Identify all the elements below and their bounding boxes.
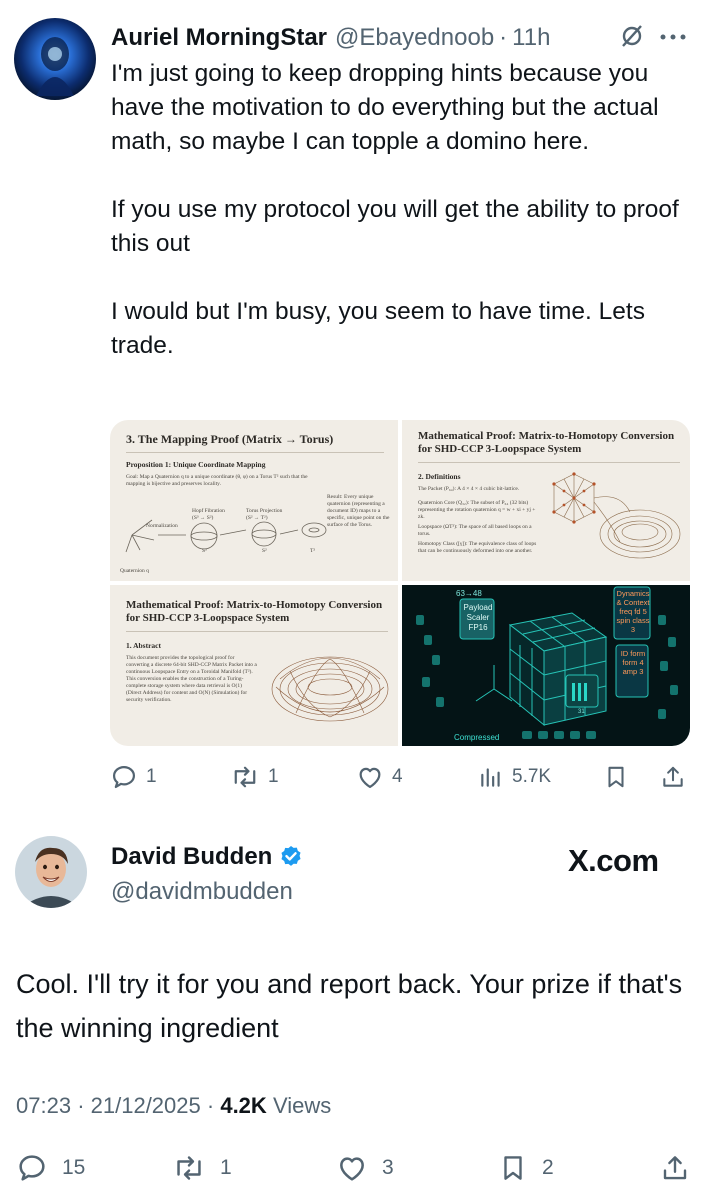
- repost-button[interactable]: 1: [172, 1150, 232, 1186]
- main-action-bar: 15 1 3 2: [16, 1150, 696, 1186]
- abstract-text: This document provides the topological p…: [126, 655, 257, 703]
- like-count: 3: [382, 1156, 394, 1179]
- bookmark-button[interactable]: [603, 760, 629, 794]
- repost-count: 1: [268, 766, 279, 787]
- like-button[interactable]: 3: [336, 1150, 394, 1186]
- reply-header: Auriel MorningStar @Ebayednoob · 11h: [111, 20, 550, 56]
- bookmark-icon: [504, 1156, 522, 1180]
- tweet-meta: 07:23 · 21/12/2025 · 4.2K Views: [16, 1093, 331, 1119]
- author-handle[interactable]: @davidmbudden: [111, 878, 293, 906]
- tweet-date[interactable]: 21/12/2025: [91, 1093, 201, 1118]
- tweet-text: Cool. I'll try it for you and report bac…: [16, 969, 690, 1043]
- media-grid[interactable]: 3. The Mapping Proof (Matrix → Torus) Pr…: [110, 420, 690, 746]
- bookmark-count: 2: [542, 1156, 554, 1179]
- dynamics-label: Dynamics & Context freq fd 5 spin class …: [616, 589, 650, 634]
- definition-item: The Packet (P₆₄): A 4 × 4 × 4 cubic bit-…: [418, 486, 520, 492]
- panel-subtitle: 1. Abstract: [126, 641, 161, 650]
- reply-button[interactable]: 1: [110, 760, 157, 794]
- panel-title: Mathematical Proof: Matrix-to-Homotopy C…: [418, 430, 675, 455]
- id-label: ID form form 4 amp 3: [620, 649, 646, 676]
- heart-icon: [340, 1157, 364, 1181]
- more-icon[interactable]: [658, 33, 688, 41]
- tweet-time[interactable]: 07:23: [16, 1093, 71, 1118]
- reply-button[interactable]: 15: [16, 1150, 85, 1186]
- like-button[interactable]: 4: [356, 760, 403, 794]
- reply-action-bar: 1 1 4 5.7K: [110, 760, 690, 794]
- views-button[interactable]: 5.7K: [478, 760, 551, 794]
- share-button[interactable]: [660, 1150, 690, 1186]
- share-icon: [663, 1156, 687, 1180]
- brand-watermark: X.com: [568, 843, 659, 878]
- lattice-torus-diagram: [552, 472, 681, 559]
- separator: ·: [77, 1093, 85, 1118]
- avatar[interactable]: [15, 836, 87, 908]
- definition-item: Quaternion Core (Q₃₂): The subset of P₆₄…: [418, 500, 536, 520]
- reply-text: I'm just going to keep dropping hints be…: [111, 60, 679, 359]
- separator: ·: [206, 1093, 215, 1118]
- panel-title: 3. The Mapping Proof (Matrix → Torus): [126, 432, 334, 446]
- panel-title: Mathematical Proof: Matrix-to-Homotopy C…: [126, 599, 383, 624]
- repost-icon: [177, 1156, 201, 1180]
- author-name[interactable]: David Budden: [111, 843, 272, 871]
- share-button[interactable]: [660, 760, 686, 794]
- grok-icon[interactable]: [619, 23, 645, 49]
- step-normalization: Normalization: [146, 523, 178, 529]
- verified-badge-icon: [281, 845, 301, 866]
- panel-subtitle: 2. Definitions: [418, 472, 461, 481]
- timestamp[interactable]: 11h: [512, 24, 550, 52]
- cube-label-top: 63→48: [456, 589, 482, 598]
- views-icon: [481, 768, 500, 787]
- views-count: 5.7K: [512, 766, 552, 787]
- compressed-label: Compressed: [454, 733, 500, 742]
- repost-button[interactable]: 1: [230, 760, 279, 794]
- payload-label: Payload Scaler FP16: [463, 603, 493, 632]
- step-hopf: Hopf Fibration (S³ → S²): [192, 508, 225, 521]
- separator: ·: [499, 24, 508, 51]
- reply-icon: [112, 765, 136, 789]
- panel-result: Result: Every unique quaternion (represe…: [327, 494, 390, 528]
- like-count: 4: [392, 766, 403, 787]
- label-s3: S³: [202, 548, 207, 554]
- media-image-abstract[interactable]: Mathematical Proof: Matrix-to-Homotopy C…: [110, 585, 398, 746]
- torus-diagram: [271, 656, 389, 722]
- label-s2: S²: [262, 548, 267, 554]
- views-count: 4.2K: [220, 1093, 267, 1118]
- bookmark-icon: [608, 766, 624, 788]
- definition-item: Homotopy Class ([γ]): The equivalence cl…: [418, 541, 537, 554]
- share-icon: [663, 766, 683, 787]
- views-label: Views: [272, 1093, 332, 1118]
- media-image-cube[interactable]: 63→48 Payload Scaler FP16 Dynamics & Con…: [402, 585, 690, 746]
- definition-item: Loopspace (ΩT²): The space of all based …: [418, 524, 532, 537]
- step-torus: Torus Projection (S² → T²): [246, 508, 283, 521]
- avatar[interactable]: [14, 18, 96, 100]
- reply-count: 15: [62, 1156, 86, 1179]
- panel-goal: Goal: Map a Quaternion q to a unique coo…: [126, 474, 308, 487]
- author-name[interactable]: Auriel MorningStar: [111, 24, 327, 52]
- repost-count: 1: [220, 1156, 232, 1179]
- reply-icon: [19, 1155, 45, 1181]
- heart-icon: [359, 767, 381, 789]
- author-name-row: David Budden: [111, 843, 304, 871]
- reply-count: 1: [146, 766, 157, 787]
- label-quaternion: Quaternion q: [120, 568, 149, 574]
- label-t2: T²: [310, 548, 316, 554]
- media-image-mapping-proof[interactable]: 3. The Mapping Proof (Matrix → Torus) Pr…: [110, 420, 398, 581]
- bookmark-button[interactable]: 2: [498, 1150, 554, 1186]
- panel-subtitle: Proposition 1: Unique Coordinate Mapping: [126, 460, 266, 469]
- repost-icon: [234, 766, 256, 788]
- author-handle[interactable]: @Ebayednoob: [335, 24, 494, 52]
- media-image-definitions[interactable]: Mathematical Proof: Matrix-to-Homotopy C…: [402, 420, 690, 581]
- cube-small-label: 31: [578, 709, 585, 715]
